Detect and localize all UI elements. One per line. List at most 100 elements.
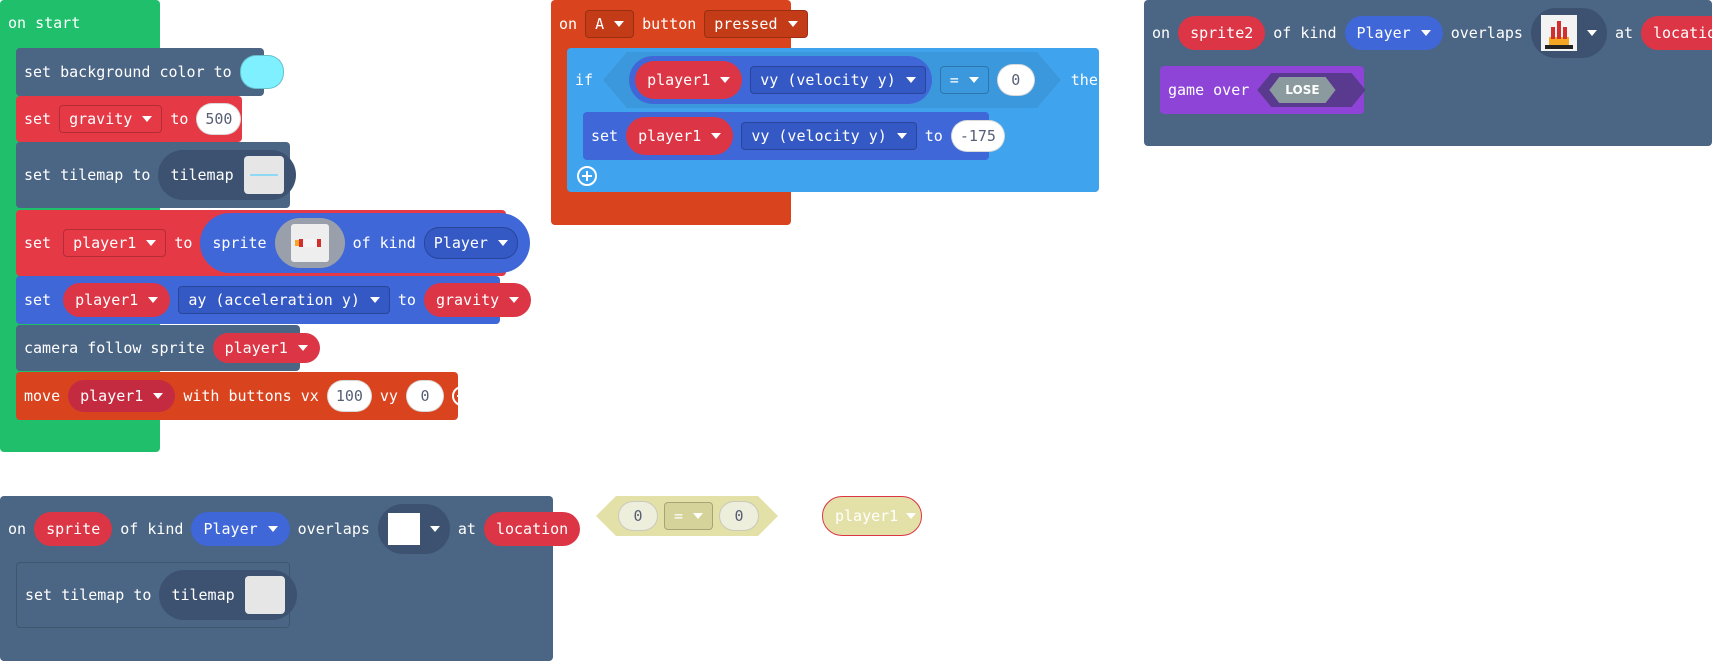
sprite-reporter[interactable]: sprite of kind Player xyxy=(200,213,530,273)
property-dropdown[interactable]: ay (acceleration y) xyxy=(178,286,390,314)
at-label: at xyxy=(457,520,476,538)
ship-flame-icon xyxy=(294,240,299,246)
overlaps-label: overlaps xyxy=(297,520,370,538)
button-key-dropdown[interactable]: A xyxy=(585,10,635,38)
velocity-property-name: vy (velocity y) xyxy=(751,127,887,145)
tilemap-thumbnail[interactable] xyxy=(244,576,285,614)
game-over-block[interactable]: game over LOSE xyxy=(1160,66,1364,114)
button-event-dropdown[interactable]: pressed xyxy=(704,10,808,38)
camera-follow-block[interactable]: camera follow sprite player1 xyxy=(16,325,320,371)
player-variable-name: player1 xyxy=(638,127,702,145)
player-variable-reporter[interactable]: player1 xyxy=(635,61,742,99)
chevron-down-icon xyxy=(429,526,440,532)
sprite-variable-reporter[interactable]: sprite xyxy=(34,512,113,546)
chevron-down-icon xyxy=(153,393,164,399)
player-variable-reporter[interactable]: player1 xyxy=(212,333,320,363)
kind-dropdown[interactable]: Player xyxy=(423,227,518,259)
set-keyword: set xyxy=(24,110,52,128)
player-variable-reporter[interactable]: player1 xyxy=(626,117,734,155)
color-swatch[interactable] xyxy=(239,55,284,89)
player-variable-reporter[interactable]: player1 xyxy=(68,380,176,412)
tilemap-line xyxy=(249,174,278,176)
velocity-property-name: vy (velocity y) xyxy=(760,71,896,89)
operator-dropdown[interactable]: = xyxy=(940,66,989,94)
chevron-down-icon xyxy=(896,133,907,139)
set-player-sprite-block[interactable]: set player1 to sprite of kind Player xyxy=(16,210,530,276)
sprite-variable-name: sprite2 xyxy=(1190,24,1254,42)
chevron-down-icon xyxy=(497,240,508,246)
left-value-input[interactable]: 0 xyxy=(618,501,658,531)
tile-dropdown[interactable] xyxy=(1530,8,1607,58)
velocity-property-dropdown[interactable]: vy (velocity y) xyxy=(741,122,917,150)
move-with-buttons-block[interactable]: move player1 with buttons vx 100 vy 0 xyxy=(16,372,472,420)
if-keyword: if xyxy=(575,71,594,89)
fire-tile-icon xyxy=(1540,15,1577,51)
move-keyword: move xyxy=(24,387,61,405)
vy-label: vy xyxy=(379,387,398,405)
kind-dropdown[interactable]: Player xyxy=(1344,16,1443,50)
set-keyword: set xyxy=(24,234,52,252)
chevron-down-icon xyxy=(1420,30,1431,36)
camera-follow-label: camera follow sprite xyxy=(24,339,205,357)
on-keyword: on xyxy=(8,520,27,538)
tilemap-reporter[interactable]: tilemap xyxy=(158,150,296,200)
compare-condition[interactable]: player1 vy (velocity y) = 0 xyxy=(603,52,1061,108)
set-tilemap-block[interactable]: set tilemap to tilemap xyxy=(16,142,296,208)
sprite-variable-reporter[interactable]: sprite2 xyxy=(1178,16,1266,50)
chevron-down-icon xyxy=(267,526,278,532)
minus-circle-icon[interactable] xyxy=(451,386,472,406)
location-variable-reporter[interactable]: location2 xyxy=(1641,16,1712,50)
player-variable-wrapper[interactable]: player1 vy (velocity y) xyxy=(629,56,932,104)
compare-value-input[interactable]: 0 xyxy=(997,64,1035,96)
win-lose-dropdown[interactable]: LOSE xyxy=(1257,73,1365,107)
set-gravity-block[interactable]: set gravity to 500 xyxy=(16,96,242,142)
tilemap-label: tilemap xyxy=(170,166,234,184)
loose-compare-block[interactable]: 0 = 0 xyxy=(596,496,778,536)
vy-value-input[interactable]: 0 xyxy=(405,380,444,412)
location-variable-reporter[interactable]: location xyxy=(483,512,581,546)
chevron-down-icon xyxy=(711,133,722,139)
right-value-input[interactable]: 0 xyxy=(719,501,759,531)
ship-icon xyxy=(298,239,321,247)
loose-player-variable[interactable]: player1 xyxy=(822,496,922,536)
tilemap-reporter[interactable]: tilemap xyxy=(159,570,297,620)
operator-symbol: = xyxy=(674,507,684,525)
operator-symbol: = xyxy=(949,71,959,89)
sprite-label: sprite xyxy=(212,234,267,252)
chevron-down-icon xyxy=(509,297,520,303)
player-variable-name: player1 xyxy=(73,234,137,252)
velocity-value-input[interactable]: -175 xyxy=(950,120,1005,152)
gravity-value-input[interactable]: 500 xyxy=(196,103,242,135)
game-over-label: game over xyxy=(1168,81,1250,99)
set-velocity-block[interactable]: set player1 vy (velocity y) to -175 xyxy=(583,112,1005,160)
of-kind-label: of kind xyxy=(1273,24,1337,42)
button-event-name: pressed xyxy=(714,15,778,33)
set-acceleration-block[interactable]: set player1 ay (acceleration y) to gravi… xyxy=(16,276,532,324)
set-background-label: set background color to xyxy=(24,63,232,81)
chevron-down-icon xyxy=(969,77,979,83)
player-variable-reporter[interactable]: player1 xyxy=(63,283,171,317)
gravity-variable-reporter[interactable]: gravity xyxy=(423,283,532,317)
location-variable-name: location xyxy=(495,520,569,538)
chevron-down-icon xyxy=(906,513,917,519)
on-start-label: on start xyxy=(8,14,81,32)
tilemap-label: tilemap xyxy=(171,586,235,604)
then-keyword: then xyxy=(1070,71,1107,89)
velocity-property-dropdown[interactable]: vy (velocity y) xyxy=(750,66,925,94)
player-variable-name: player1 xyxy=(835,507,899,525)
tilemap-thumbnail[interactable] xyxy=(243,156,284,194)
property-name: ay (acceleration y) xyxy=(188,291,360,309)
player-variable-dropdown[interactable]: player1 xyxy=(63,229,167,257)
kind-dropdown[interactable]: Player xyxy=(191,512,290,546)
set-tilemap-block-2[interactable]: set tilemap to tilemap xyxy=(16,562,297,628)
set-background-color-block[interactable]: set background color to xyxy=(16,48,284,96)
gravity-variable-name: gravity xyxy=(435,291,500,309)
overlaps-label: overlaps xyxy=(1450,24,1523,42)
sprite-image-frame[interactable] xyxy=(274,218,345,268)
add-else-icon[interactable] xyxy=(577,166,597,186)
gravity-variable-dropdown[interactable]: gravity xyxy=(59,105,163,133)
operator-dropdown[interactable]: = xyxy=(664,502,713,530)
tile-dropdown[interactable] xyxy=(377,504,450,554)
vx-value-input[interactable]: 100 xyxy=(326,380,372,412)
player-variable-name: player1 xyxy=(75,291,139,309)
